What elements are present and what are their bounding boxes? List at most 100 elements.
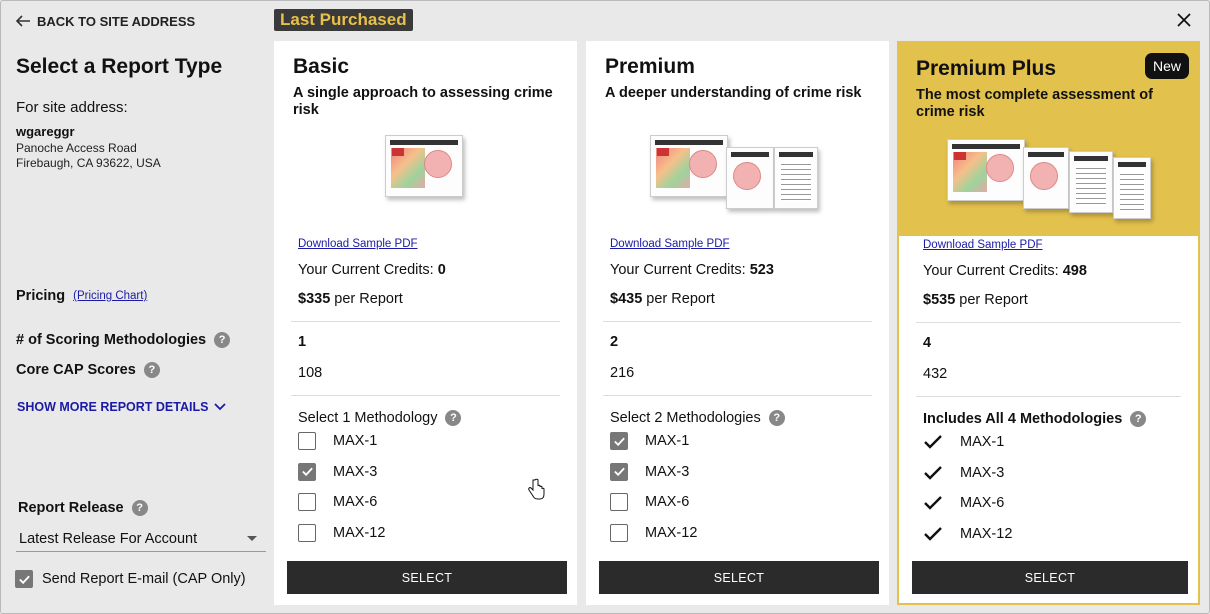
- help-icon[interactable]: ?: [445, 410, 462, 426]
- pricing-label: Pricing: [16, 288, 66, 304]
- send-email-checkbox[interactable]: [15, 570, 33, 588]
- methodologies-count: 2: [610, 334, 619, 350]
- methodologies-count: 1: [298, 334, 307, 350]
- divider: [916, 396, 1181, 397]
- new-badge: New: [1144, 53, 1189, 79]
- methodology-option-max-6[interactable]: MAX-6: [298, 487, 564, 518]
- cap-scores-row-label: Core CAP Scores ?: [16, 362, 160, 378]
- card-subtitle: A deeper understanding of crime risk: [605, 85, 862, 101]
- cap-scores-label: Core CAP Scores: [16, 362, 136, 378]
- methodology-checkbox[interactable]: [610, 493, 628, 512]
- divider: [603, 321, 872, 322]
- card-header: Basic A single approach to assessing cri…: [274, 41, 577, 234]
- address-line-2: Firebaugh, CA 93622, USA: [16, 156, 161, 170]
- card-subtitle: The most complete assessment of crime ri…: [916, 87, 1153, 120]
- methodologies-count: 4: [923, 335, 932, 351]
- methodology-included-max-12: MAX-12: [923, 519, 1185, 550]
- card-body: Download Sample PDF Your Current Credits…: [899, 235, 1198, 549]
- select-premium-button[interactable]: SELECT: [599, 561, 879, 594]
- report-sheet: [947, 139, 1025, 201]
- methodology-option-max-12[interactable]: MAX-12: [610, 518, 876, 549]
- methodology-checkbox[interactable]: [298, 523, 316, 542]
- pricing-row-label: Pricing (Pricing Chart): [16, 288, 147, 304]
- report-sheet: [650, 135, 728, 197]
- report-release-label: Report Release: [18, 500, 124, 516]
- cap-scores-value: 432: [923, 366, 948, 382]
- page-title: Select a Report Type: [16, 55, 223, 78]
- report-price: $335 per Report: [298, 291, 403, 307]
- report-card-premium: Premium A deeper understanding of crime …: [586, 41, 889, 605]
- card-title: Basic: [293, 55, 350, 78]
- download-sample-link[interactable]: Download Sample PDF: [610, 238, 730, 250]
- credits-value: 0: [437, 262, 446, 278]
- show-more-label: SHOW MORE REPORT DETAILS: [17, 400, 209, 414]
- divider: [291, 395, 560, 396]
- download-sample-link[interactable]: Download Sample PDF: [298, 238, 418, 250]
- checkmark-icon: [613, 467, 625, 477]
- methodologies-row-label: # of Scoring Methodologies ?: [16, 332, 231, 348]
- last-purchased-badge: Last Purchased: [274, 9, 413, 31]
- back-to-site-address-link[interactable]: BACK TO SITE ADDRESS: [15, 13, 195, 29]
- help-icon[interactable]: ?: [131, 500, 148, 516]
- download-sample-link[interactable]: Download Sample PDF: [923, 239, 1043, 251]
- site-name: wgareggr: [16, 124, 75, 139]
- caret-down-icon: [247, 536, 257, 541]
- card-title: Premium Plus: [916, 57, 1057, 80]
- card-body: Download Sample PDF Your Current Credits…: [274, 234, 577, 548]
- methodology-option-max-3[interactable]: MAX-3: [610, 457, 876, 488]
- methodology-checkbox[interactable]: [298, 493, 316, 512]
- send-email-row: Send Report E-mail (CAP Only): [15, 570, 246, 588]
- methodology-option-max-12[interactable]: MAX-12: [298, 518, 564, 549]
- help-icon[interactable]: ?: [214, 332, 231, 348]
- report-price: $535 per Report: [923, 292, 1028, 308]
- select-premium-plus-button[interactable]: SELECT: [912, 561, 1188, 594]
- arrow-left-icon: [15, 15, 30, 27]
- methodology-header: Select 1 Methodology ?: [298, 410, 564, 426]
- report-release-select[interactable]: Latest Release For Account: [16, 526, 266, 552]
- methodology-option-max-1[interactable]: MAX-1: [610, 426, 876, 457]
- methodology-checkbox[interactable]: [610, 462, 628, 481]
- methodology-included-max-3: MAX-3: [923, 458, 1185, 489]
- help-icon[interactable]: ?: [1130, 411, 1147, 427]
- address-line-1: Panoche Access Road: [16, 141, 137, 155]
- methodology-checkbox[interactable]: [610, 523, 628, 542]
- credits-value: 523: [749, 262, 774, 278]
- methodology-checkbox[interactable]: [298, 432, 316, 451]
- chevron-down-icon: [214, 403, 227, 411]
- check-icon: [923, 432, 943, 452]
- report-release-row-label: Report Release ?: [18, 500, 148, 516]
- hand-cursor-icon: [528, 478, 545, 500]
- current-credits: Your Current Credits: 0: [298, 262, 446, 278]
- current-credits: Your Current Credits: 498: [923, 263, 1087, 279]
- close-icon[interactable]: [1176, 12, 1192, 28]
- current-credits: Your Current Credits: 523: [610, 262, 774, 278]
- show-more-details-link[interactable]: SHOW MORE REPORT DETAILS: [17, 400, 227, 414]
- check-icon: [923, 493, 943, 513]
- price-value: $435: [610, 291, 643, 307]
- pricing-chart-link[interactable]: (Pricing Chart): [73, 290, 147, 302]
- report-sheet: [1069, 151, 1113, 213]
- methodology-checkbox[interactable]: [298, 462, 316, 481]
- methodology-header: Includes All 4 Methodologies ?: [923, 411, 1185, 427]
- methodology-checkbox[interactable]: [610, 432, 628, 451]
- checkmark-icon: [613, 437, 625, 446]
- help-icon[interactable]: ?: [768, 410, 785, 426]
- credits-value: 498: [1062, 263, 1087, 279]
- help-icon[interactable]: ?: [143, 362, 160, 378]
- check-icon: [923, 463, 943, 483]
- back-label: BACK TO SITE ADDRESS: [37, 13, 196, 29]
- report-preview-image: [897, 135, 1200, 219]
- methodology-option-max-6[interactable]: MAX-6: [610, 487, 876, 518]
- price-value: $535: [923, 292, 956, 308]
- methodology-option-max-1[interactable]: MAX-1: [298, 426, 564, 457]
- report-preview-image: [274, 135, 577, 215]
- select-basic-button[interactable]: SELECT: [287, 561, 567, 594]
- cap-scores-value: 216: [610, 365, 635, 381]
- price-value: $335: [298, 291, 331, 307]
- card-body: Download Sample PDF Your Current Credits…: [586, 234, 889, 548]
- report-sheet: [1113, 157, 1151, 219]
- card-header: Premium Plus The most complete assessmen…: [897, 41, 1200, 236]
- divider: [603, 395, 872, 396]
- methodology-option-max-3[interactable]: MAX-3: [298, 457, 564, 488]
- send-email-label: Send Report E-mail (CAP Only): [42, 571, 246, 587]
